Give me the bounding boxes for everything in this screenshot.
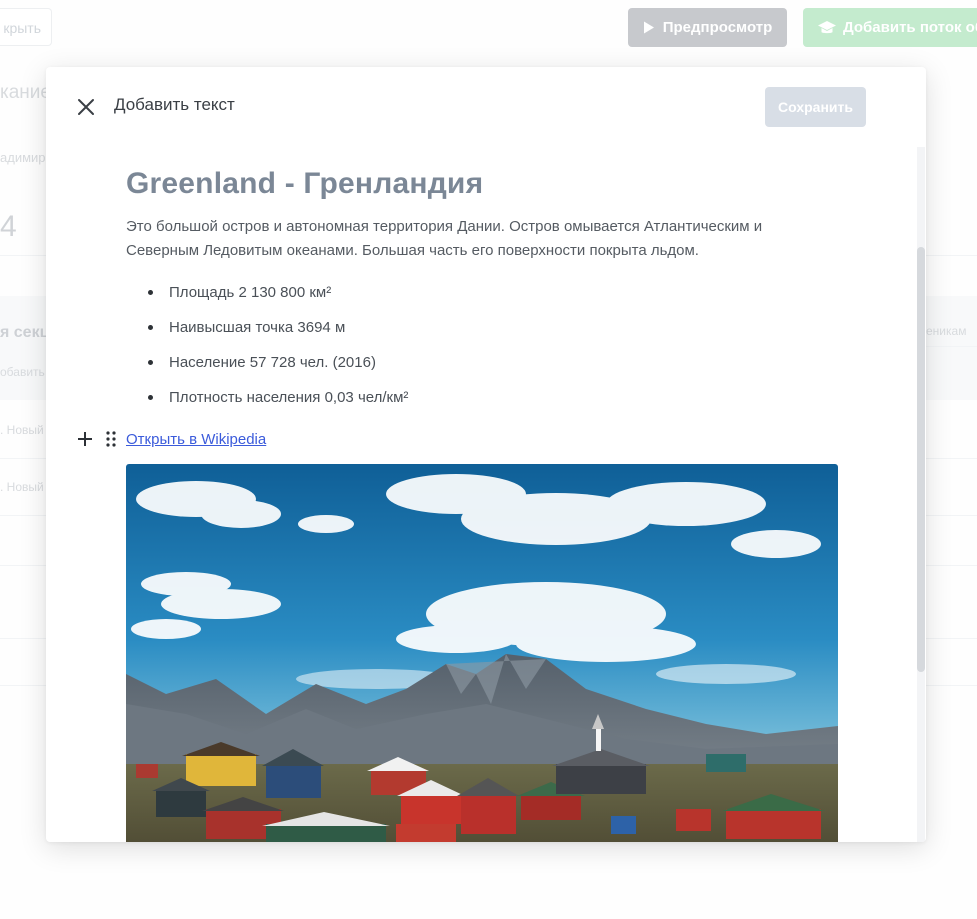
document-paragraph[interactable]: Это большой остров и автономная территор… — [126, 215, 838, 263]
list-item[interactable]: Площадь 2 130 800 км² — [148, 281, 838, 316]
facts-list[interactable]: Площадь 2 130 800 км² Наивысшая точка 36… — [126, 281, 838, 421]
scrollbar-thumb[interactable] — [917, 247, 925, 672]
list-item[interactable]: Наивысшая точка 3694 м — [148, 316, 838, 351]
document-title[interactable]: Greenland - Гренландия — [126, 167, 838, 201]
wikipedia-link[interactable]: Открыть в Wikipedia — [126, 431, 266, 448]
list-item[interactable]: Плотность населения 0,03 чел/км² — [148, 386, 838, 421]
list-item[interactable]: Население 57 728 чел. (2016) — [148, 351, 838, 386]
greenland-photo — [126, 464, 838, 842]
drag-handle-icon[interactable] — [106, 431, 116, 447]
close-icon[interactable] — [76, 97, 96, 117]
modal-title: Добавить текст — [114, 95, 235, 114]
add-text-modal: Добавить текст Сохранить Greenland - Гре… — [46, 67, 926, 842]
save-button[interactable]: Сохранить — [765, 87, 866, 127]
editor-content[interactable]: Greenland - Гренландия Это большой остро… — [126, 167, 838, 421]
modal-header: Добавить текст Сохранить — [46, 67, 926, 147]
plus-icon[interactable] — [78, 432, 92, 446]
